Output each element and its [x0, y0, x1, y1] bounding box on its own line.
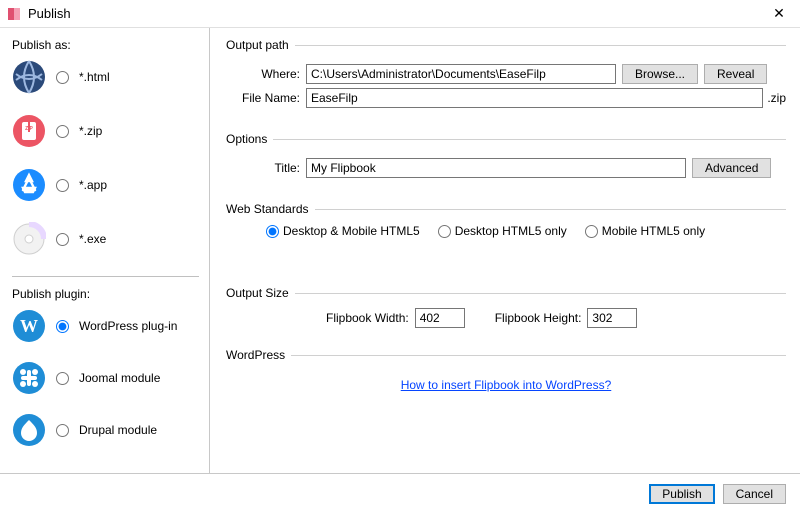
sidebar: Publish as: *.html ZIP *.zip *.app *.exe… — [0, 28, 210, 473]
globe-icon — [12, 60, 46, 94]
plugin-drupal-radio[interactable] — [56, 424, 69, 437]
appstore-icon — [12, 168, 46, 202]
svg-text:ZIP: ZIP — [25, 126, 33, 132]
plugin-wordpress-label[interactable]: WordPress plug-in — [56, 319, 177, 333]
wordpress-howto-link[interactable]: How to insert Flipbook into WordPress? — [226, 378, 786, 392]
main-panel: Output path Where: Browse... Reveal File… — [210, 28, 800, 473]
format-html-label[interactable]: *.html — [56, 70, 110, 84]
wordpress-group: WordPress How to insert Flipbook into Wo… — [226, 348, 786, 398]
cancel-button[interactable]: Cancel — [723, 484, 786, 504]
format-exe[interactable]: *.exe — [12, 222, 199, 256]
drupal-icon — [12, 413, 46, 447]
plugin-wordpress[interactable]: W WordPress plug-in — [12, 309, 199, 343]
where-label: Where: — [226, 67, 306, 81]
filename-label: File Name: — [226, 91, 306, 105]
app-icon — [6, 6, 22, 22]
output-size-legend: Output Size — [226, 286, 295, 300]
publish-plugin-heading: Publish plugin: — [12, 287, 199, 301]
flipbook-height-label: Flipbook Height: — [495, 311, 582, 325]
titlebar: Publish ✕ — [0, 0, 800, 28]
joomla-icon — [12, 361, 46, 395]
reveal-button[interactable]: Reveal — [704, 64, 767, 84]
zip-icon: ZIP — [12, 114, 46, 148]
filename-suffix: .zip — [763, 91, 786, 105]
webstd-mobile-only[interactable]: Mobile HTML5 only — [585, 224, 705, 238]
wordpress-legend: WordPress — [226, 348, 291, 362]
output-size-group: Output Size Flipbook Width: Flipbook Hei… — [226, 286, 786, 334]
footer: Publish Cancel — [0, 473, 800, 513]
format-html-radio[interactable] — [56, 71, 69, 84]
format-exe-radio[interactable] — [56, 233, 69, 246]
webstd-desktop-mobile[interactable]: Desktop & Mobile HTML5 — [266, 224, 420, 238]
format-app-radio[interactable] — [56, 179, 69, 192]
plugin-joomla-radio[interactable] — [56, 372, 69, 385]
close-icon[interactable]: ✕ — [764, 5, 794, 22]
webstd-radio-0[interactable] — [266, 225, 279, 238]
format-exe-label[interactable]: *.exe — [56, 232, 106, 246]
plugin-wordpress-radio[interactable] — [56, 320, 69, 333]
advanced-button[interactable]: Advanced — [692, 158, 771, 178]
flipbook-height-input[interactable] — [587, 308, 637, 328]
format-app-label[interactable]: *.app — [56, 178, 107, 192]
flipbook-width-input[interactable] — [415, 308, 465, 328]
browse-button[interactable]: Browse... — [622, 64, 698, 84]
format-zip-radio[interactable] — [56, 125, 69, 138]
webstd-radio-1[interactable] — [438, 225, 451, 238]
plugin-joomla[interactable]: Joomal module — [12, 361, 199, 395]
format-app[interactable]: *.app — [12, 168, 199, 202]
output-path-group: Output path Where: Browse... Reveal File… — [226, 38, 786, 118]
where-input[interactable] — [306, 64, 616, 84]
plugin-drupal[interactable]: Drupal module — [12, 413, 199, 447]
web-standards-group: Web Standards Desktop & Mobile HTML5 Des… — [226, 202, 786, 244]
svg-text:W: W — [20, 316, 38, 336]
publish-as-heading: Publish as: — [12, 38, 199, 52]
filename-input[interactable] — [306, 88, 763, 108]
window-title: Publish — [28, 6, 71, 21]
publish-button[interactable]: Publish — [649, 484, 714, 504]
format-zip[interactable]: ZIP *.zip — [12, 114, 199, 148]
title-input[interactable] — [306, 158, 686, 178]
flipbook-width-label: Flipbook Width: — [326, 311, 409, 325]
format-html[interactable]: *.html — [12, 60, 199, 94]
output-path-legend: Output path — [226, 38, 295, 52]
title-label: Title: — [226, 161, 306, 175]
webstd-radio-2[interactable] — [585, 225, 598, 238]
plugin-drupal-label[interactable]: Drupal module — [56, 423, 157, 437]
disc-icon — [12, 222, 46, 256]
wordpress-icon: W — [12, 309, 46, 343]
web-standards-legend: Web Standards — [226, 202, 315, 216]
options-group: Options Title: Advanced — [226, 132, 786, 188]
webstd-desktop-only[interactable]: Desktop HTML5 only — [438, 224, 567, 238]
plugin-joomla-label[interactable]: Joomal module — [56, 371, 160, 385]
options-legend: Options — [226, 132, 273, 146]
format-zip-label[interactable]: *.zip — [56, 124, 102, 138]
